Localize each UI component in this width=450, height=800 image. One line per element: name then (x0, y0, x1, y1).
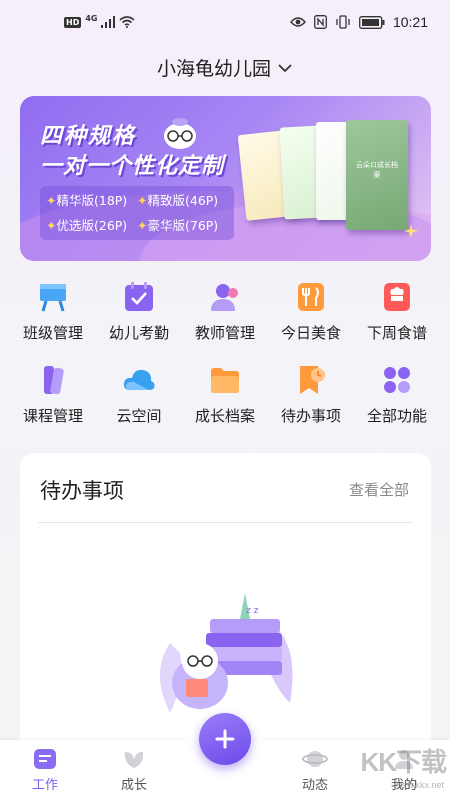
network-type: 4G (85, 13, 98, 23)
banner-title-text: 一对一个性化定制 (40, 154, 225, 179)
wifi-icon (119, 16, 136, 28)
menu-item-label: 下周食谱 (366, 324, 427, 342)
school-name: 小海龟幼儿园 (156, 58, 271, 80)
menu-item-growth-archive[interactable]: 成长档案 (182, 363, 268, 426)
school-selector[interactable]: 小海龟幼儿园 (157, 54, 293, 81)
battery-icon (359, 15, 385, 29)
banner-title-line2: 一对一个性化定制 (40, 148, 224, 180)
course-icon (44, 366, 64, 395)
menu-item-next-week-recipe[interactable]: 下周食谱 (354, 280, 440, 343)
nav-label: 工作 (31, 778, 58, 793)
status-bar: HD 4G 10:21 (0, 0, 450, 40)
menu-item-attendance[interactable]: 幼儿考勤 (96, 280, 182, 343)
food-icon (298, 283, 324, 311)
folder-icon (211, 368, 239, 393)
menu-item-teacher-management[interactable]: 教师管理 (182, 280, 268, 343)
book-label: 云朵ロ成长档案 (356, 161, 398, 179)
plan-item: ✦优选版(26P) (46, 218, 128, 233)
plan-list: ✦精华版(18P) ✦精致版(46P) ✦优选版(26P) ✦豪华版(76P) (40, 186, 234, 240)
mascot-icon (164, 118, 196, 149)
all-apps-icon (384, 367, 410, 393)
menu-item-label: 今日美食 (280, 324, 341, 342)
plan-item: ✦精致版(46P) (137, 193, 219, 208)
planet-icon (302, 751, 328, 767)
nfc-icon (314, 15, 327, 29)
signal-icon (101, 16, 116, 28)
chevron-down-icon (278, 63, 292, 72)
hd-badge: HD (64, 16, 82, 28)
function-grid: 班级管理 幼儿考勤 教师管理 今日美食 下周食谱 课程管理 云空间 成长档案 待… (10, 280, 440, 426)
work-icon (34, 749, 56, 769)
menu-item-cloud-space[interactable]: 云空间 (96, 363, 182, 426)
plus-icon (215, 729, 235, 749)
plan-item: ✦豪华版(76P) (137, 218, 219, 233)
plan-item: ✦精华版(18P) (46, 193, 128, 208)
status-right: 10:21 (290, 14, 428, 30)
menu-item-label: 幼儿考勤 (108, 324, 169, 342)
book-cover-4: 云朵ロ成长档案 (346, 120, 408, 230)
attendance-icon (125, 282, 153, 311)
banner-title-line1: 四种规格 (40, 124, 137, 149)
menu-item-label: 待办事项 (280, 407, 341, 425)
nav-item-moments[interactable]: 动态 (285, 748, 345, 793)
divider (38, 522, 413, 523)
cloud-icon (123, 369, 155, 390)
add-button[interactable] (199, 713, 251, 765)
menu-item-todo[interactable]: 待办事项 (268, 363, 354, 426)
header: 小海龟幼儿园 (0, 54, 450, 81)
menu-item-label: 成长档案 (194, 407, 255, 425)
menu-item-label: 云空间 (116, 407, 162, 425)
svg-text:z z: z z (246, 606, 259, 616)
view-all-link[interactable]: 查看全部 (349, 479, 409, 500)
menu-item-label: 教师管理 (194, 324, 255, 342)
clock: 10:21 (392, 14, 428, 30)
nav-label: 成长 (120, 778, 147, 793)
menu-item-course-management[interactable]: 课程管理 (10, 363, 96, 426)
leaf-icon (124, 752, 144, 768)
todo-icon (300, 366, 325, 394)
teacher-icon (211, 284, 238, 311)
class-board-icon (40, 284, 66, 312)
nav-item-growth[interactable]: 成长 (104, 748, 164, 793)
menu-item-label: 课程管理 (22, 407, 83, 425)
watermark-url: www.kkx.net (393, 780, 444, 790)
nav-label: 动态 (301, 778, 328, 793)
status-left: HD 4G (64, 13, 136, 28)
recipe-icon (384, 283, 410, 311)
menu-item-all-functions[interactable]: 全部功能 (354, 363, 440, 426)
sparkle-icon (404, 224, 418, 238)
menu-item-today-food[interactable]: 今日美食 (268, 280, 354, 343)
eye-icon (290, 17, 306, 27)
menu-item-class-management[interactable]: 班级管理 (10, 280, 96, 343)
menu-item-label: 班级管理 (22, 324, 83, 342)
nav-item-work[interactable]: 工作 (15, 748, 75, 793)
menu-item-label: 全部功能 (366, 407, 427, 425)
vibrate-icon (336, 15, 350, 29)
watermark: KK下载 (360, 747, 447, 777)
todo-card-title: 待办事项 (40, 479, 124, 503)
